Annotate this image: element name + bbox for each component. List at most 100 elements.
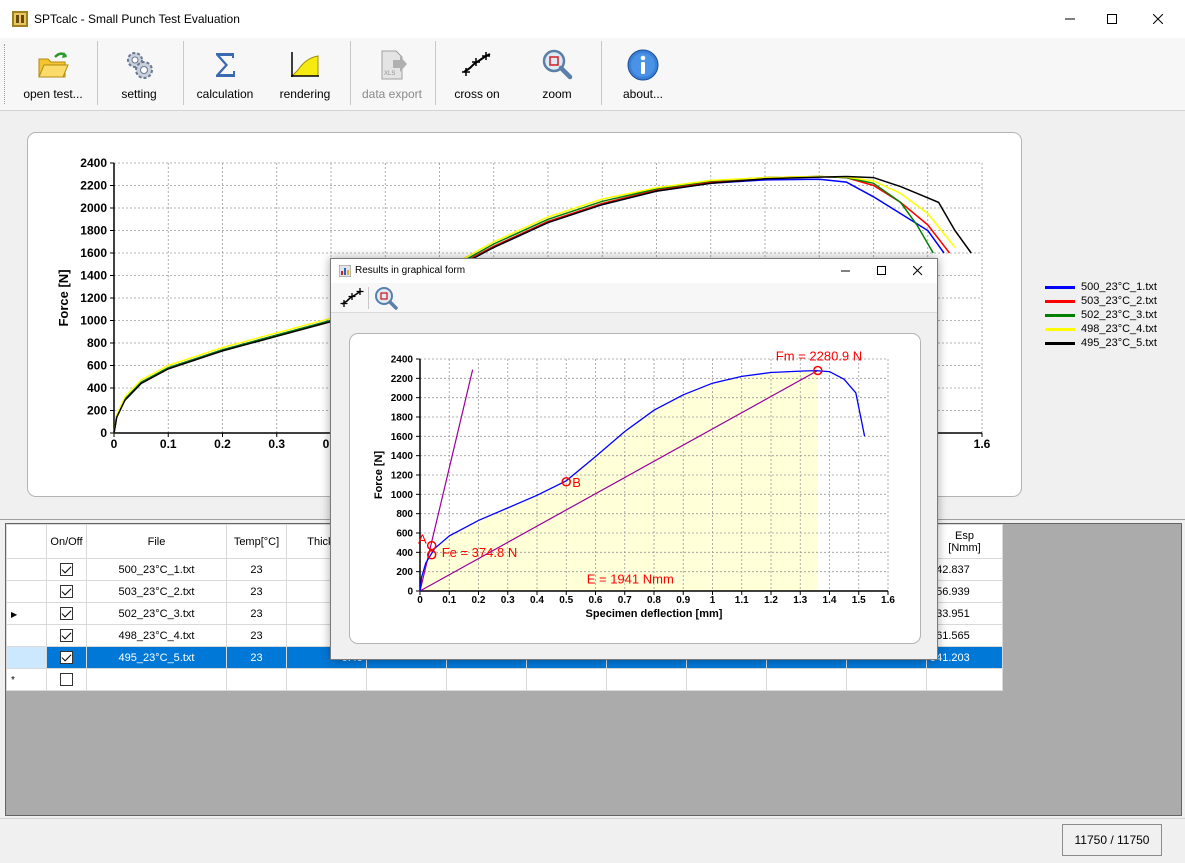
temp-cell[interactable]: 23: [226, 646, 287, 669]
legend-swatch: [1045, 314, 1075, 317]
onoff-checkbox[interactable]: [60, 563, 73, 576]
cross-icon: [340, 288, 364, 307]
a-label: A: [418, 532, 427, 547]
dialog-close-button[interactable]: [900, 259, 936, 283]
x-tick-label: 1.6: [881, 595, 895, 606]
onoff-cell[interactable]: [46, 624, 87, 647]
new-row[interactable]: *: [6, 668, 1003, 691]
rendering-button[interactable]: rendering: [270, 44, 340, 106]
file-cell[interactable]: 502_23°C_3.txt: [86, 602, 227, 625]
temp-cell[interactable]: 23: [226, 558, 287, 581]
y-tick-label: 2400: [391, 355, 414, 366]
onoff-checkbox[interactable]: [60, 585, 73, 598]
minimize-button[interactable]: [1047, 0, 1093, 38]
table-cell[interactable]: [286, 668, 367, 691]
legend-swatch: [1045, 342, 1075, 345]
row-header[interactable]: [6, 646, 47, 669]
zoom-button[interactable]: zoom: [522, 44, 592, 106]
dialog-maximize-button[interactable]: [864, 259, 900, 283]
column-header-file[interactable]: File: [86, 524, 227, 559]
legend-swatch: [1045, 300, 1075, 303]
close-icon: [913, 266, 923, 276]
onoff-checkbox[interactable]: [60, 651, 73, 664]
table-cell[interactable]: [86, 668, 227, 691]
setting-label: setting: [121, 87, 157, 101]
file-cell[interactable]: 500_23°C_1.txt: [86, 558, 227, 581]
x-tick-label: 0.8: [647, 595, 661, 606]
table-cell[interactable]: [606, 668, 687, 691]
dialog-chart-frame: 0 0.1 0.2 0.3 0.4 0.5 0.6 0.7 0.8 0.9 1 1.1 1.2 1.3 1.…: [349, 333, 921, 644]
table-cell[interactable]: [446, 668, 527, 691]
toolbar-separator: [183, 41, 184, 105]
table-cell[interactable]: [226, 668, 287, 691]
column-header-onoff[interactable]: On/Off: [46, 524, 87, 559]
zoom-label: zoom: [542, 87, 572, 101]
calculation-button[interactable]: calculation: [190, 44, 260, 106]
onoff-checkbox[interactable]: [60, 629, 73, 642]
y-tick-label: 1600: [80, 246, 107, 260]
x-tick-label: 1.1: [735, 595, 749, 606]
x-tick-label: 0.9: [676, 595, 690, 606]
table-cell[interactable]: [846, 668, 927, 691]
row-header[interactable]: *: [6, 668, 47, 691]
row-header[interactable]: [6, 580, 47, 603]
onoff-cell[interactable]: [46, 558, 87, 581]
y-tick-label: 600: [396, 529, 413, 540]
rendering-label: rendering: [279, 87, 331, 101]
y-tick-label: 1400: [391, 451, 414, 462]
open-test-button[interactable]: open test...: [14, 44, 92, 106]
row-header[interactable]: [6, 558, 47, 581]
x-tick-label: 0.6: [589, 595, 603, 606]
column-header-temp[interactable]: Temp[°C]: [226, 524, 287, 559]
table-cell[interactable]: [926, 668, 1003, 691]
onoff-cell[interactable]: [46, 580, 87, 603]
x-tick-label: 1.5: [852, 595, 866, 606]
y-tick-label: 2400: [80, 156, 107, 170]
maximize-button[interactable]: [1089, 0, 1135, 38]
legend-item: 500_23°C_1.txt: [1045, 281, 1157, 295]
onoff-cell[interactable]: [46, 668, 87, 691]
temp-cell[interactable]: 23: [226, 602, 287, 625]
onoff-checkbox[interactable]: [60, 607, 73, 620]
x-tick-label: 0.2: [214, 437, 231, 451]
gear-icon: [127, 52, 153, 79]
table-cell[interactable]: [526, 668, 607, 691]
toolbar-separator: [435, 41, 436, 105]
dialog-toolbar-separator: [368, 287, 369, 309]
onoff-cell[interactable]: [46, 602, 87, 625]
status-bar: 11750 / 11750: [0, 818, 1185, 863]
dialog-minimize-button[interactable]: [828, 259, 864, 283]
y-tick-label: 2200: [80, 179, 107, 193]
file-cell[interactable]: 498_23°C_4.txt: [86, 624, 227, 647]
results-chart[interactable]: 0 0.1 0.2 0.3 0.4 0.5 0.6 0.7 0.8 0.9 1 1.1 1.2 1.3 1.…: [350, 334, 920, 643]
onoff-checkbox[interactable]: [60, 673, 73, 686]
row-header[interactable]: [6, 624, 47, 647]
table-cell[interactable]: [686, 668, 767, 691]
minimize-icon: [841, 270, 850, 272]
onoff-cell[interactable]: [46, 646, 87, 669]
new-row-marker: *: [11, 674, 15, 686]
legend-item: 502_23°C_3.txt: [1045, 309, 1157, 323]
dialog-cross-button[interactable]: [339, 286, 365, 310]
setting-button[interactable]: setting: [104, 44, 174, 106]
about-button[interactable]: about...: [608, 44, 678, 106]
main-toolbar: open test... setting calculation renderi…: [0, 38, 1185, 111]
table-cell[interactable]: [366, 668, 447, 691]
cross-on-button[interactable]: cross on: [442, 44, 512, 106]
x-tick-label: 1.4: [823, 595, 837, 606]
table-cell[interactable]: [766, 668, 847, 691]
legend-label: 500_23°C_1.txt: [1081, 281, 1157, 293]
legend-label: 498_23°C_4.txt: [1081, 323, 1157, 335]
fm-label: Fm = 2280.9 N: [776, 349, 862, 364]
y-tick-label: 400: [396, 548, 413, 559]
info-icon: [627, 49, 659, 81]
dialog-zoom-button[interactable]: [373, 286, 399, 310]
file-cell[interactable]: 495_23°C_5.txt: [86, 646, 227, 669]
close-button[interactable]: [1135, 0, 1181, 38]
row-header[interactable]: ▶: [6, 602, 47, 625]
y-tick-label: 1600: [391, 432, 414, 443]
temp-cell[interactable]: 23: [226, 580, 287, 603]
file-cell[interactable]: 503_23°C_2.txt: [86, 580, 227, 603]
data-export-button[interactable]: XLS data export: [356, 44, 428, 106]
temp-cell[interactable]: 23: [226, 624, 287, 647]
